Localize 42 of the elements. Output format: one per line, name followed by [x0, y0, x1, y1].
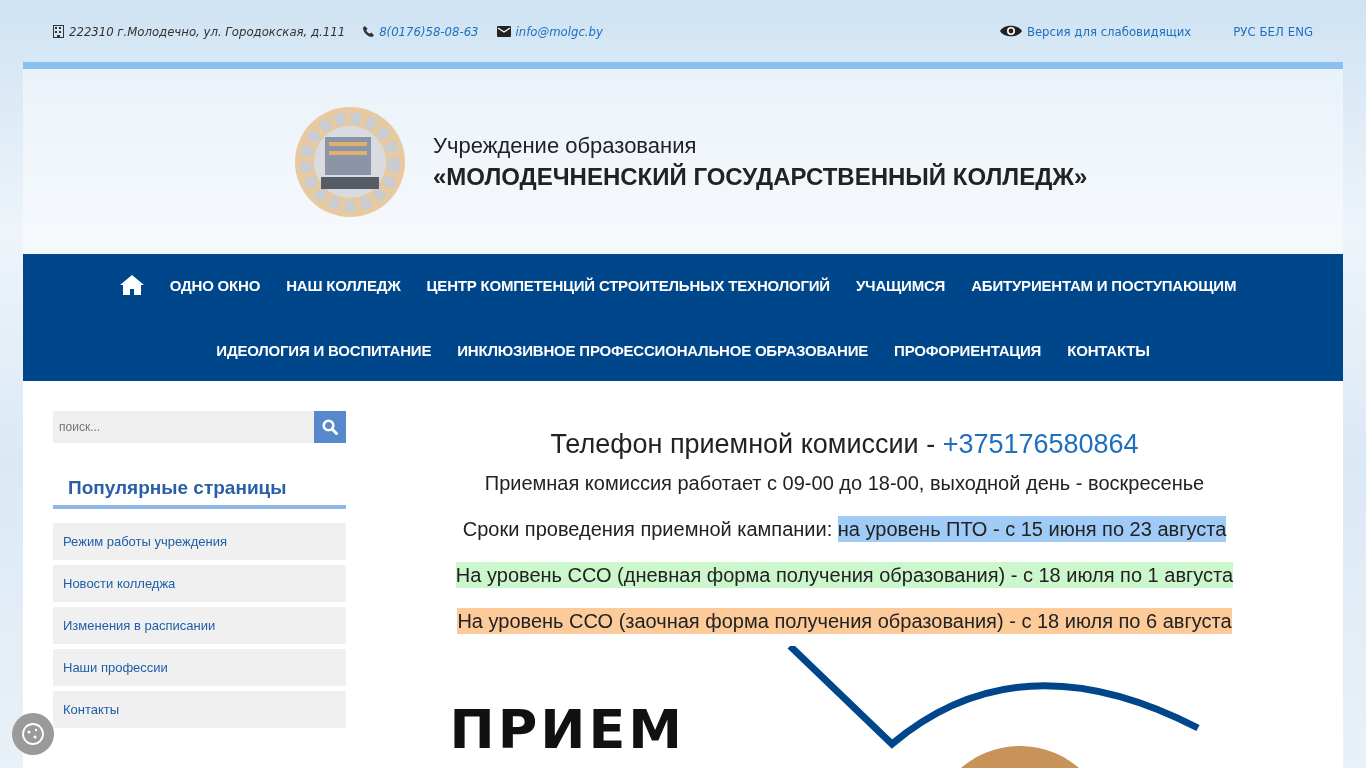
nav-link[interactable]: АБИТУРИЕНТАМ И ПОСТУПАЮЩИМ — [961, 270, 1247, 300]
sidebar-link[interactable]: Наши профессии — [53, 649, 346, 686]
popular-pages-heading: Популярные страницы — [53, 477, 346, 509]
highlighted-dates: на уровень ПТО - с 15 июня по 23 августа — [837, 516, 1227, 542]
info-text: Сроки проведения приемной кампании: — [462, 518, 834, 540]
admissions-phone-link[interactable]: +375176580864 — [942, 429, 1139, 459]
search-field[interactable]: поиск... — [53, 411, 314, 443]
phone-link[interactable]: 8(0176)58-08-63 — [379, 23, 479, 39]
cookie-icon — [21, 722, 45, 746]
eye-icon — [999, 24, 1022, 38]
phone-icon — [363, 25, 375, 37]
language-link[interactable]: ENG — [1287, 23, 1313, 39]
search-button[interactable] — [314, 411, 346, 443]
nav-link[interactable]: НАШ КОЛЛЕДЖ — [276, 270, 411, 300]
nav-link[interactable]: КОНТАКТЫ — [1057, 335, 1160, 365]
email-link[interactable]: info@molgc.by — [515, 23, 603, 39]
nav-link[interactable]: ОДНО ОКНО — [159, 270, 271, 300]
banner-title: ПРИЕМ — [449, 698, 686, 761]
sidebar-link[interactable]: Контакты — [53, 691, 346, 728]
institution-subtitle: Учреждение образования — [433, 132, 698, 159]
admissions-phone-text: Телефон приемной комиссии - +375176580864 — [550, 429, 1139, 460]
sidebar-link[interactable]: Режим работы учреждения — [53, 523, 346, 560]
envelope-icon — [496, 25, 511, 37]
nav-link[interactable]: ПРОФОРИЕНТАЦИЯ — [884, 335, 1052, 365]
building-icon — [53, 24, 64, 38]
info-text: Приемная комиссия работает с 09-00 до 18-00, выходной день - воскресенье — [484, 472, 1205, 494]
address-text: 222310 г.Молодечно, ул. Городокская, д.111 — [69, 23, 346, 39]
low-vision-link[interactable]: Версия для слабовидящих — [1026, 23, 1192, 39]
college-name: «МОЛОДЕЧНЕНСКИЙ ГОСУДАРСТВЕННЫЙ КОЛЛЕДЖ» — [433, 162, 1088, 191]
nav-link[interactable]: ИНКЛЮЗИВНОЕ ПРОФЕССИОНАЛЬНОЕ ОБРАЗОВАНИЕ — [447, 335, 879, 365]
search-icon — [322, 419, 338, 435]
home-icon[interactable] — [119, 275, 144, 295]
sidebar-link[interactable]: Изменения в расписании — [53, 607, 346, 644]
highlighted-dates: На уровень ССО (дневная форма получения образования) - с 18 июля по 1 августа — [455, 562, 1234, 588]
language-link[interactable]: БЕЛ — [1259, 23, 1284, 39]
nav-link[interactable]: УЧАЩИМСЯ — [845, 270, 956, 300]
highlighted-dates: На уровень ССО (заочная форма получения образования) - с 18 июля по 6 августа — [457, 608, 1232, 634]
language-link[interactable]: РУС — [1233, 23, 1256, 39]
nav-link[interactable]: ИДЕОЛОГИЯ И ВОСПИТАНИЕ — [206, 335, 442, 365]
sidebar-link[interactable]: Новости колледжа — [53, 565, 346, 602]
nav-link[interactable]: ЦЕНТР КОМПЕТЕНЦИЙ СТРОИТЕЛЬНЫХ ТЕХНОЛОГИЙ — [416, 270, 840, 300]
cookie-settings-button[interactable] — [12, 713, 54, 755]
